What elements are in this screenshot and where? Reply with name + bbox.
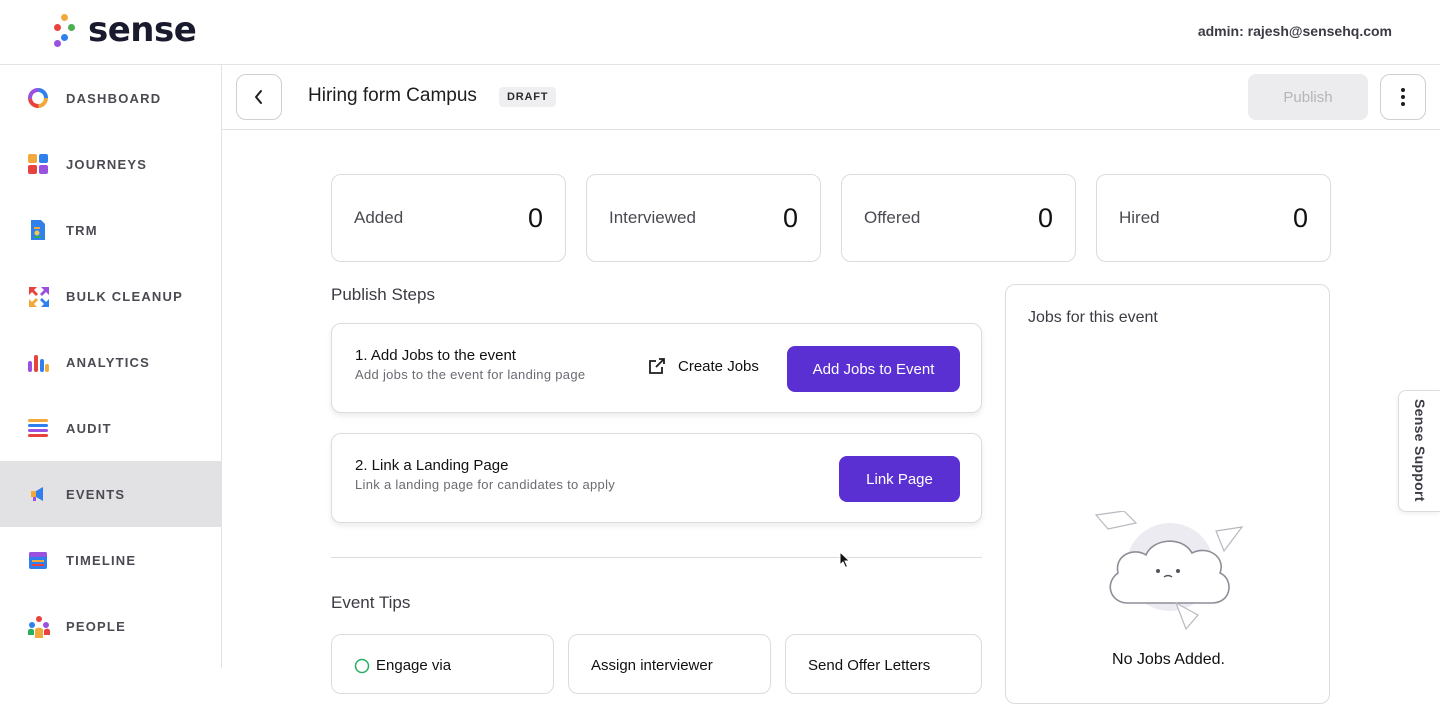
stat-card-hired: Hired 0 (1096, 174, 1331, 262)
stat-label: Hired (1119, 208, 1160, 227)
sidebar-item-trm[interactable]: TRM (0, 197, 221, 263)
sidebar-item-label: TIMELINE (66, 552, 137, 568)
events-megaphone-icon (27, 483, 49, 505)
sidebar-item-journeys[interactable]: JOURNEYS (0, 131, 221, 197)
analytics-bars-icon (27, 351, 49, 373)
section-divider (331, 557, 982, 558)
stat-card-offered: Offered 0 (841, 174, 1076, 262)
sidebar-item-audit[interactable]: AUDIT (0, 395, 221, 461)
stat-value: 0 (782, 202, 798, 233)
stat-label: Offered (864, 208, 921, 227)
dashboard-ring-icon (27, 87, 49, 109)
sidebar-item-label: DASHBOARD (66, 90, 162, 106)
kebab-dot-icon (1401, 95, 1405, 99)
sidebar-item-people[interactable]: PEOPLE (0, 593, 221, 659)
sidebar-item-bulk-cleanup[interactable]: BULK CLEANUP (0, 263, 221, 329)
jobs-panel-title: Jobs for this event (1028, 309, 1158, 326)
sidebar-item-label: AUDIT (66, 420, 112, 436)
sidebar-item-label: ANALYTICS (66, 354, 150, 370)
tip-card[interactable]: Engage via (331, 634, 554, 694)
stat-label: Added (354, 208, 404, 227)
sidebar: DASHBOARD JOURNEYS TRM BULK CLEANUP ANAL… (0, 65, 222, 668)
sidebar-item-dashboard[interactable]: DASHBOARD (0, 65, 221, 131)
event-tips-heading: Event Tips (331, 593, 411, 612)
page-header: Hiring form Campus DRAFT Publish (222, 65, 1440, 130)
logo-dots-icon (52, 12, 78, 48)
more-options-button[interactable] (1380, 74, 1426, 120)
stat-card-added: Added 0 (331, 174, 566, 262)
link-page-button[interactable]: Link Page (839, 456, 960, 502)
tip-label: Engage via (376, 657, 452, 674)
empty-cloud-illustration-icon (1094, 511, 1244, 631)
timeline-calendar-icon (27, 549, 49, 571)
sense-logo[interactable]: sense (52, 10, 197, 50)
sidebar-item-label: TRM (66, 222, 98, 238)
trm-document-icon (27, 219, 49, 241)
sidebar-item-timeline[interactable]: TIMELINE (0, 527, 221, 593)
publish-steps-heading: Publish Steps (331, 285, 435, 304)
mouse-cursor-icon (839, 551, 851, 569)
create-jobs-label: Create Jobs (678, 357, 759, 375)
sidebar-item-label: BULK CLEANUP (66, 288, 183, 304)
create-jobs-link[interactable]: Create Jobs (648, 357, 759, 375)
kebab-dot-icon (1401, 102, 1405, 106)
step-subtitle: Add jobs to the event for landing page (355, 367, 586, 382)
admin-account-label[interactable]: admin: rajesh@sensehq.com (1198, 23, 1392, 39)
logo-text: sense (88, 10, 197, 50)
publish-button[interactable]: Publish (1248, 74, 1368, 120)
stat-card-interviewed: Interviewed 0 (586, 174, 821, 262)
sidebar-item-analytics[interactable]: ANALYTICS (0, 329, 221, 395)
external-link-icon (649, 358, 665, 374)
journeys-grid-icon (27, 153, 49, 175)
bulk-cleanup-arrows-icon (27, 285, 49, 307)
empty-state-text: No Jobs Added. (1112, 651, 1225, 668)
sidebar-item-label: PEOPLE (66, 618, 126, 634)
top-bar: sense admin: rajesh@sensehq.com (0, 0, 1440, 65)
clock-icon (354, 658, 370, 673)
stat-value: 0 (1037, 202, 1053, 233)
sidebar-item-label: JOURNEYS (66, 156, 148, 172)
sense-support-tab[interactable]: Sense Support (1398, 390, 1440, 512)
step-title: 2. Link a Landing Page (355, 457, 509, 474)
back-button[interactable] (236, 74, 282, 120)
step-add-jobs: 1. Add Jobs to the event Add jobs to the… (331, 323, 982, 413)
step-link-landing-page: 2. Link a Landing Page Link a landing pa… (331, 433, 982, 523)
jobs-for-event-panel: Jobs for this event No Jobs Added. (1005, 284, 1330, 704)
status-badge: DRAFT (499, 87, 557, 107)
step-subtitle: Link a landing page for candidates to ap… (355, 477, 616, 492)
audit-list-icon (27, 417, 49, 439)
stat-label: Interviewed (609, 208, 696, 227)
sidebar-item-label: EVENTS (66, 486, 126, 502)
tip-label: Send Offer Letters (808, 657, 931, 674)
page-title: Hiring form Campus (308, 85, 477, 106)
stat-value: 0 (1292, 202, 1308, 233)
tip-label: Assign interviewer (591, 657, 713, 674)
tip-card[interactable]: Assign interviewer (568, 634, 771, 694)
stat-value: 0 (527, 202, 543, 233)
add-jobs-to-event-button[interactable]: Add Jobs to Event (787, 346, 960, 392)
kebab-dot-icon (1401, 88, 1405, 92)
people-group-icon (27, 615, 50, 638)
support-tab-label: Sense Support (1412, 399, 1428, 502)
tip-card[interactable]: Send Offer Letters (785, 634, 982, 694)
sidebar-item-events[interactable]: EVENTS (0, 461, 221, 527)
step-title: 1. Add Jobs to the event (355, 347, 516, 364)
chevron-left-icon (255, 90, 262, 104)
